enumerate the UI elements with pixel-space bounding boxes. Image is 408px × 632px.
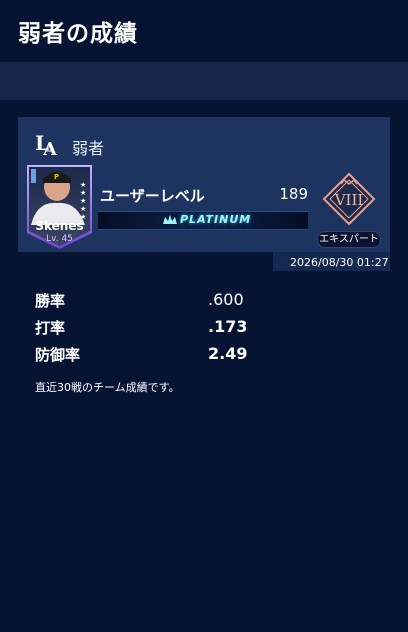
svg-text:★: ★ (80, 189, 86, 197)
stats-note: 直近30戦のチーム成績です。 (35, 381, 180, 394)
user-level-value: 189 (279, 185, 308, 203)
sub-header-band (0, 62, 408, 100)
rank-badge-icon[interactable]: VIII (322, 172, 376, 226)
user-level-label: ユーザーレベル (100, 187, 205, 205)
svg-text:★: ★ (80, 205, 86, 213)
stat-label-era: 防御率 (35, 346, 81, 364)
svg-text:A: A (42, 139, 58, 158)
stat-value-win-rate: .600 (208, 290, 244, 309)
page-title: 弱者の成績 (18, 21, 138, 47)
team-name: 弱者 (72, 139, 105, 158)
rank-label: エキスパート (317, 231, 381, 248)
title-bar: 弱者の成績 (0, 0, 408, 62)
rank-numeral: VIII (334, 191, 364, 209)
timestamp: 2026/08/30 01:27 (290, 256, 389, 269)
svg-text:P: P (54, 173, 59, 181)
stat-value-batting-avg: .173 (208, 317, 248, 336)
svg-text:★: ★ (80, 197, 86, 205)
tier-label: PLATINUM (180, 213, 252, 226)
svg-text:★: ★ (80, 181, 86, 189)
stat-label-batting-avg: 打率 (35, 319, 66, 337)
stat-value-era: 2.49 (208, 344, 248, 363)
player-level: Lv. 45 (46, 234, 73, 244)
player-name: Skenes (35, 219, 84, 233)
stat-label-win-rate: 勝率 (35, 292, 66, 310)
crown-icon (163, 215, 177, 224)
dodgers-la-logo-icon: L A (35, 131, 58, 158)
